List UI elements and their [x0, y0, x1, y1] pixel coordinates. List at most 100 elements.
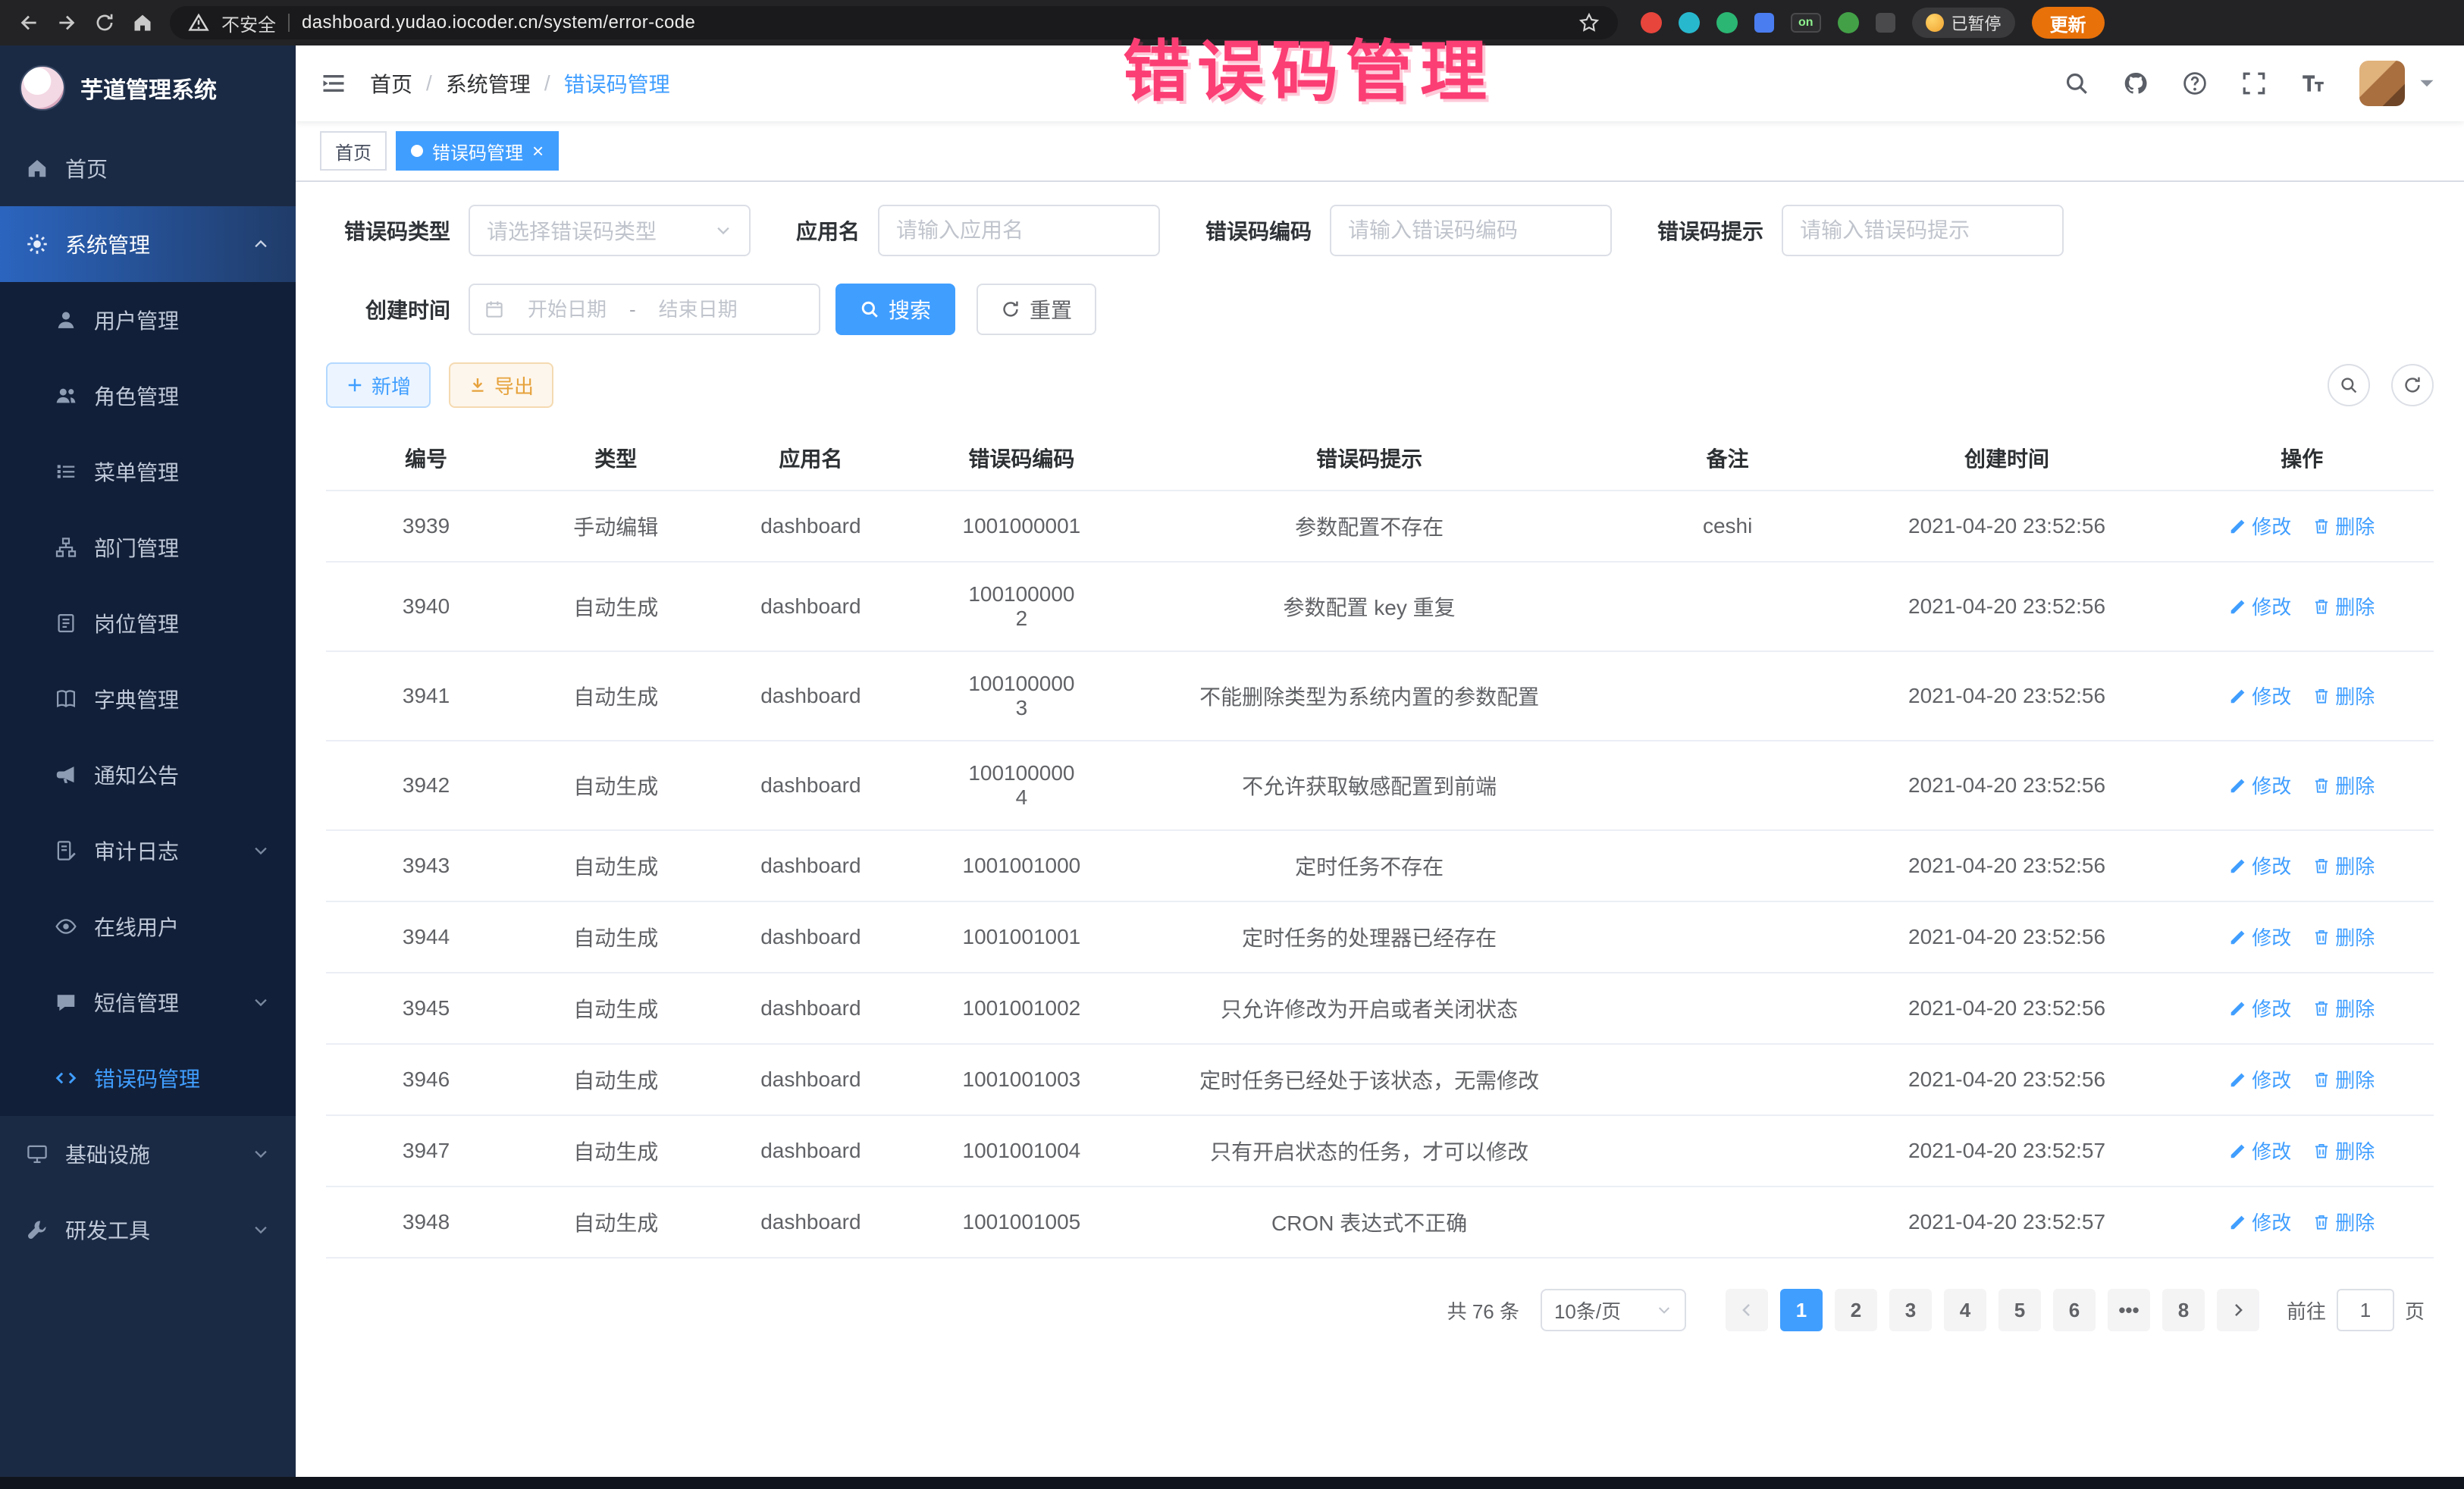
home-icon[interactable]: [132, 12, 153, 33]
blue-grid-extension-icon[interactable]: [1754, 13, 1774, 33]
next-page-button[interactable]: [2217, 1289, 2259, 1331]
edit-button[interactable]: 修改: [2229, 592, 2291, 620]
close-icon[interactable]: ×: [532, 141, 544, 161]
delete-button[interactable]: 删除: [2312, 1065, 2375, 1093]
sidebar-item-post-management[interactable]: 岗位管理: [0, 585, 296, 661]
question-icon[interactable]: [2182, 71, 2208, 96]
delete-button[interactable]: 删除: [2312, 771, 2375, 799]
sidebar-item-dict-management[interactable]: 字典管理: [0, 661, 296, 737]
sidebar-item-notice[interactable]: 通知公告: [0, 737, 296, 813]
hamburger-icon[interactable]: [320, 70, 347, 97]
badge-icon: [55, 612, 77, 635]
pager-page-3[interactable]: 3: [1889, 1289, 1932, 1331]
pager-more-button[interactable]: •••: [2108, 1289, 2150, 1331]
search-button[interactable]: 搜索: [835, 284, 955, 335]
pager-page-8[interactable]: 8: [2162, 1289, 2205, 1331]
delete-button[interactable]: 删除: [2312, 851, 2375, 879]
edit-icon: [2229, 1142, 2247, 1160]
edit-button[interactable]: 修改: [2229, 1208, 2291, 1236]
goto-unit: 页: [2405, 1296, 2425, 1324]
sidebar-item-dev-tools[interactable]: 研发工具: [0, 1192, 296, 1268]
sidebar-item-label: 菜单管理: [94, 456, 179, 487]
sidebar-item-home[interactable]: 首页: [0, 130, 296, 206]
breadcrumb-item[interactable]: 首页: [370, 68, 412, 99]
search-icon[interactable]: [2064, 71, 2089, 96]
green-extension-icon[interactable]: [1716, 12, 1738, 33]
edit-button[interactable]: 修改: [2229, 512, 2291, 540]
pager-page-2[interactable]: 2: [1835, 1289, 1877, 1331]
cell-created: 2021-04-20 23:52:56: [1844, 1044, 2171, 1115]
delete-button[interactable]: 删除: [2312, 923, 2375, 951]
leaf-extension-icon[interactable]: [1838, 12, 1859, 33]
github-icon[interactable]: [2123, 71, 2149, 96]
back-icon[interactable]: [18, 12, 39, 33]
toggle-search-button[interactable]: [2328, 364, 2370, 406]
delete-button[interactable]: 删除: [2312, 994, 2375, 1022]
font-size-icon[interactable]: [2300, 71, 2326, 96]
edit-button[interactable]: 修改: [2229, 1136, 2291, 1165]
forward-icon[interactable]: [56, 12, 77, 33]
sidebar-item-online-user[interactable]: 在线用户: [0, 889, 296, 964]
page-size-select[interactable]: 10条/页: [1541, 1289, 1686, 1331]
cell-actions: 修改删除: [2170, 741, 2434, 830]
sidebar-item-menu-management[interactable]: 菜单管理: [0, 434, 296, 509]
star-icon[interactable]: [1578, 12, 1600, 33]
pager-page-6[interactable]: 6: [2053, 1289, 2096, 1331]
sidebar-item-infrastructure[interactable]: 基础设施: [0, 1116, 296, 1192]
tab-home[interactable]: 首页: [320, 131, 387, 171]
sidebar-item-audit-log[interactable]: 审计日志: [0, 813, 296, 889]
goto-input[interactable]: [2337, 1289, 2394, 1331]
reload-icon[interactable]: [94, 12, 115, 33]
pager-page-5[interactable]: 5: [1998, 1289, 2041, 1331]
reset-button[interactable]: 重置: [977, 284, 1096, 335]
address-bar[interactable]: 不安全 dashboard.yudao.iocoder.cn/system/er…: [170, 6, 1618, 39]
export-button[interactable]: 导出: [449, 362, 553, 408]
user-menu[interactable]: [2359, 61, 2440, 106]
cell-app: dashboard: [705, 973, 916, 1044]
end-date-input[interactable]: [642, 298, 754, 321]
users-icon: [55, 384, 77, 407]
teal-extension-icon[interactable]: [1679, 12, 1700, 33]
tab-error-code[interactable]: 错误码管理 ×: [396, 131, 559, 171]
pager-page-1[interactable]: 1: [1780, 1289, 1823, 1331]
sidebar-item-user-management[interactable]: 用户管理: [0, 282, 296, 358]
fullscreen-icon[interactable]: [2241, 71, 2267, 96]
column-header: 创建时间: [1844, 428, 2171, 491]
error-code-input[interactable]: [1330, 205, 1612, 256]
edit-button[interactable]: 修改: [2229, 851, 2291, 879]
profile-paused-badge[interactable]: 已暂停: [1912, 8, 2015, 38]
red-extension-icon[interactable]: [1641, 12, 1662, 33]
edit-button[interactable]: 修改: [2229, 682, 2291, 710]
sidebar-item-error-code-management[interactable]: 错误码管理: [0, 1040, 296, 1116]
delete-button[interactable]: 删除: [2312, 1136, 2375, 1165]
breadcrumb-item[interactable]: 系统管理: [446, 68, 531, 99]
cell-id: 3940: [326, 562, 526, 651]
sidebar-item-dept-management[interactable]: 部门管理: [0, 509, 296, 585]
puzzle-extension-icon[interactable]: [1876, 13, 1895, 33]
sidebar-item-sms-management[interactable]: 短信管理: [0, 964, 296, 1040]
app-name-input[interactable]: [878, 205, 1160, 256]
column-header: 错误码编码: [916, 428, 1127, 491]
add-button[interactable]: 新增: [326, 362, 431, 408]
edit-button[interactable]: 修改: [2229, 994, 2291, 1022]
delete-button[interactable]: 删除: [2312, 512, 2375, 540]
update-button[interactable]: 更新: [2032, 7, 2105, 39]
edit-button[interactable]: 修改: [2229, 1065, 2291, 1093]
error-message-input[interactable]: [1782, 205, 2064, 256]
delete-button[interactable]: 删除: [2312, 682, 2375, 710]
delete-icon: [2312, 776, 2331, 795]
delete-button[interactable]: 删除: [2312, 1208, 2375, 1236]
pager-page-4[interactable]: 4: [1944, 1289, 1986, 1331]
error-code-type-select[interactable]: 请选择错误码类型: [469, 205, 751, 256]
edit-button[interactable]: 修改: [2229, 923, 2291, 951]
date-range-picker[interactable]: -: [469, 284, 820, 335]
sidebar-item-role-management[interactable]: 角色管理: [0, 358, 296, 434]
refresh-button[interactable]: [2391, 364, 2434, 406]
sidebar-item-system-management[interactable]: 系统管理: [0, 206, 296, 282]
prev-page-button[interactable]: [1726, 1289, 1768, 1331]
delete-button[interactable]: 删除: [2312, 592, 2375, 620]
on-badge[interactable]: on: [1791, 13, 1821, 33]
start-date-input[interactable]: [511, 298, 623, 321]
edit-button[interactable]: 修改: [2229, 771, 2291, 799]
edit-label: 修改: [2252, 1065, 2291, 1093]
